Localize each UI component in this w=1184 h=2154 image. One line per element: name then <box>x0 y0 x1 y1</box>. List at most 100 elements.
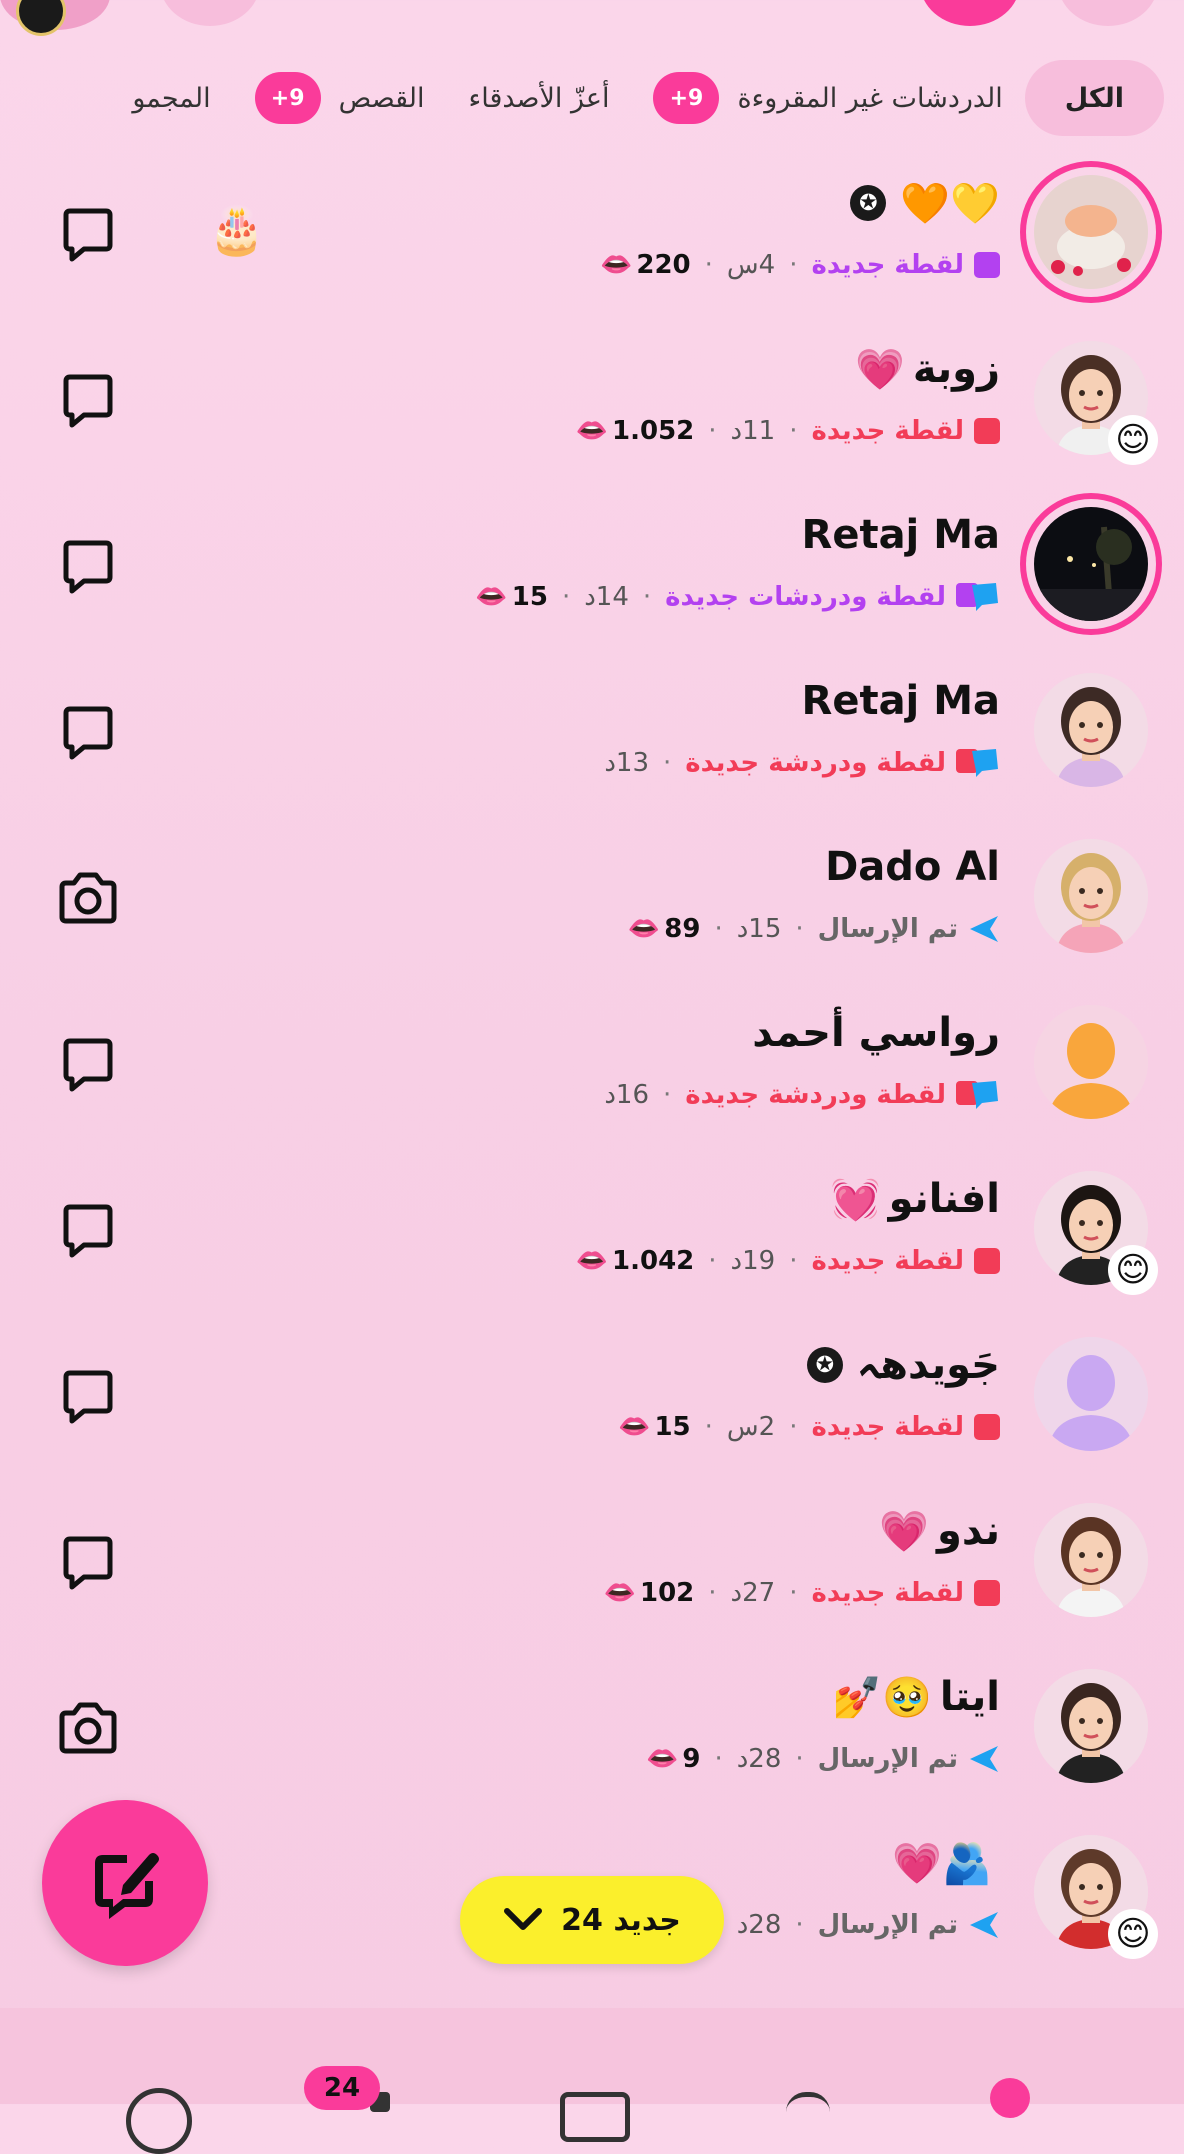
chat-row[interactable]: جَويدهہ ✪ لقطة جديدة · 2س · 👄 15 <box>0 1317 1184 1483</box>
separator: · <box>714 914 723 944</box>
chat-title: ايتا 🥹💅 <box>832 1669 1000 1725</box>
streak-count: 👄 220 <box>600 250 691 280</box>
chat-status: لقطة جديدة <box>811 250 964 280</box>
chat-status: لقطة ودردشة جديدة <box>685 748 946 778</box>
chat-time: 28د <box>736 1910 782 1940</box>
avatar[interactable] <box>1026 1329 1156 1459</box>
avatar[interactable]: 😊 <box>1026 333 1158 465</box>
chat-icon <box>63 540 113 594</box>
avatar[interactable] <box>1026 665 1156 795</box>
chat-row[interactable]: Retaj Ma لقطة ودردشة جديدة · 13د <box>0 653 1184 819</box>
birthday-cake-icon: 🎂 <box>208 203 266 257</box>
tab-label: الدردشات غير المقروءة <box>737 82 1003 114</box>
reply-chat-button[interactable] <box>48 1025 128 1105</box>
chat-time: 14د <box>584 582 629 612</box>
reply-chat-button[interactable] <box>48 1357 128 1437</box>
avatar[interactable] <box>1026 1495 1156 1625</box>
tab-label: أعزّ الأصدقاء <box>468 82 610 114</box>
separator: · <box>789 1412 798 1442</box>
camera-icon <box>59 872 117 924</box>
tab-groups[interactable]: المجمو <box>110 60 232 136</box>
lips-icon: 👄 <box>575 416 609 446</box>
separator: · <box>704 1412 713 1442</box>
streak-value: 9 <box>682 1744 701 1774</box>
avatar[interactable] <box>1026 831 1156 961</box>
camera-icon <box>59 1702 117 1754</box>
chat-status-line: لقطة جديدة · 19د · 👄 1.042 <box>576 1241 1000 1281</box>
chat-row[interactable]: 😊 زوبة 💗 لقطة جديدة · 11د · 👄 1.052 <box>0 321 1184 487</box>
purple-snap-icon <box>974 252 1000 278</box>
reply-chat-button[interactable] <box>48 693 128 773</box>
separator: · <box>714 1744 723 1774</box>
chat-row[interactable]: Dado Al تم الإرسال · 15د · 👄 89 <box>0 819 1184 985</box>
separator: · <box>708 416 717 446</box>
tab-unread[interactable]: الدردشات غير المقروءة 9+ <box>631 60 1024 136</box>
reply-camera-button[interactable] <box>48 859 128 939</box>
snap-and-chat-icon <box>956 1081 998 1109</box>
reply-chat-button[interactable] <box>48 527 128 607</box>
top-bar <box>0 0 1184 40</box>
chat-status: لقطة جديدة <box>811 416 964 446</box>
reply-chat-button[interactable] <box>48 195 128 275</box>
avatar[interactable] <box>1026 997 1156 1127</box>
lips-icon: 👄 <box>575 1246 609 1276</box>
chat-title: Retaj Ma <box>802 673 1000 729</box>
chat-status-line: لقطة ودردشة جديدة · 16د <box>604 1075 1000 1115</box>
red-snap-icon <box>974 1248 1000 1274</box>
lips-icon: 👄 <box>603 1578 636 1608</box>
chat-name: زوبة <box>912 346 1000 392</box>
tab-best-friends[interactable]: أعزّ الأصدقاء <box>447 60 632 136</box>
reply-chat-button[interactable] <box>48 361 128 441</box>
chat-row[interactable]: Retaj Ma لقطة ودردشات جديدة · 14د · 👄 15 <box>0 487 1184 653</box>
reply-camera-button[interactable] <box>48 1689 128 1769</box>
reply-chat-button[interactable] <box>48 1191 128 1271</box>
avatar[interactable]: 😊 <box>1026 1163 1158 1295</box>
chat-title: ندو 💗 <box>879 1503 1000 1559</box>
chat-icon <box>63 374 113 428</box>
sent-arrow-icon <box>970 1746 998 1772</box>
new-messages-label: جديد 24 <box>561 1902 681 1938</box>
chat-time: 2س <box>726 1412 776 1442</box>
avatar[interactable] <box>1026 167 1156 297</box>
separator: · <box>795 1744 804 1774</box>
bottom-nav <box>0 2008 1184 2154</box>
separator: · <box>642 582 652 612</box>
reply-chat-button[interactable] <box>48 1523 128 1603</box>
chat-row[interactable]: ندو 💗 لقطة جديدة · 27د · 👄 102 <box>0 1483 1184 1649</box>
chat-status-line: لقطة ودردشة جديدة · 13د <box>604 743 1000 783</box>
chat-title: Dado Al <box>825 839 1000 895</box>
avatar[interactable]: 😊 <box>1026 1827 1158 1959</box>
lips-icon: 👄 <box>645 1744 679 1774</box>
avatar[interactable] <box>1026 499 1156 629</box>
streak-value: 1.052 <box>612 416 695 446</box>
chat-time: 19د <box>730 1246 776 1276</box>
chat-row[interactable]: 💛🧡 ✪ لقطة جديدة · 4س · 👄 220 🎂 <box>0 155 1184 321</box>
streak-count: 👄 15 <box>618 1412 691 1442</box>
camera-nav-icon[interactable] <box>560 2092 630 2142</box>
tab-badge: 9+ <box>254 72 321 124</box>
chat-name: ندو <box>937 1508 1000 1554</box>
map-nav-icon[interactable] <box>126 2088 192 2154</box>
avatar-image <box>1034 673 1148 787</box>
new-messages-pill[interactable]: جديد 24 <box>460 1876 724 1964</box>
chat-time: 11د <box>730 416 776 446</box>
add-friend-button[interactable] <box>920 0 1020 26</box>
search-button[interactable] <box>160 0 260 26</box>
chat-row[interactable]: رواسي أحمد لقطة ودردشة جديدة · 16د <box>0 985 1184 1151</box>
chat-name: 💛🧡 <box>900 180 1000 227</box>
chat-row[interactable]: 😊 افنانو 💓 لقطة جديدة · 19د · 👄 1.042 <box>0 1151 1184 1317</box>
more-button[interactable] <box>1058 0 1158 26</box>
lips-icon: 👄 <box>475 582 508 612</box>
chat-status: لقطة ودردشة جديدة <box>685 1080 946 1110</box>
chat-title: جَويدهہ ✪ <box>801 1337 1000 1393</box>
spotlight-nav-icon[interactable] <box>990 2078 1030 2118</box>
tab-stories[interactable]: القصص 9+ <box>233 60 447 136</box>
avatar-image <box>1034 507 1148 621</box>
avatar[interactable] <box>1026 1661 1156 1791</box>
tab-all[interactable]: الكل <box>1024 60 1164 136</box>
sent-arrow-icon <box>970 1912 998 1938</box>
new-chat-button[interactable] <box>42 1800 208 1966</box>
lips-icon: 👄 <box>627 914 661 944</box>
stories-nav-icon[interactable] <box>786 2092 830 2127</box>
chat-row[interactable]: ايتا 🥹💅 تم الإرسال · 28د · 👄 9 <box>0 1649 1184 1815</box>
